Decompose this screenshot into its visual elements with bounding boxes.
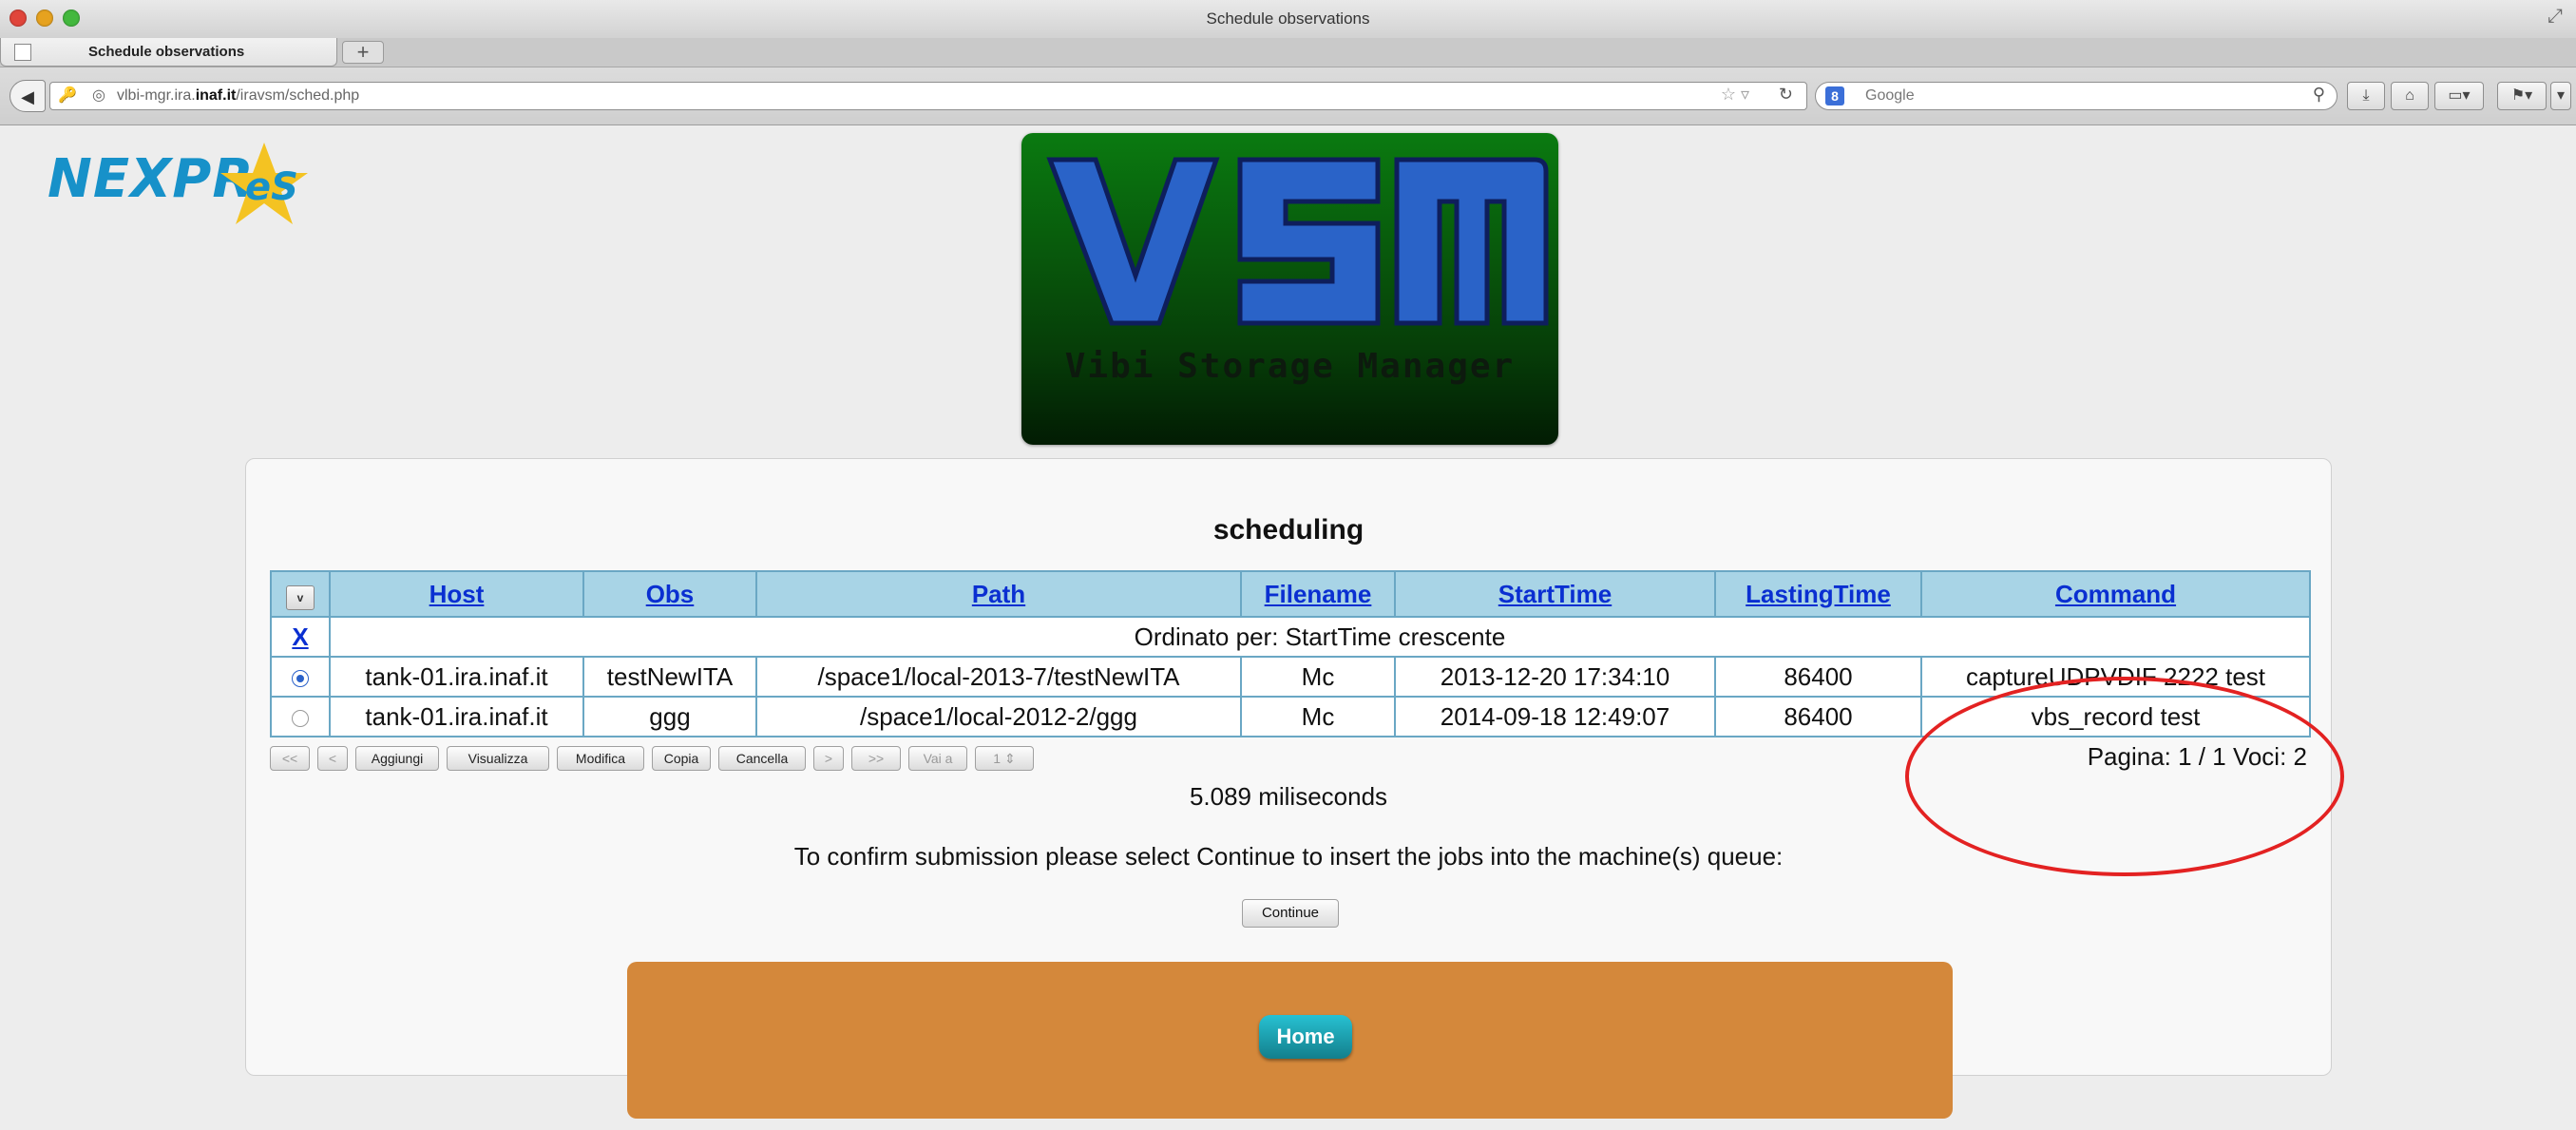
first-page-button[interactable]: << xyxy=(270,746,310,771)
tab-schedule-observations[interactable]: Schedule observations xyxy=(0,38,337,67)
column-header-obs[interactable]: Obs xyxy=(582,570,757,618)
vsm-subtitle: Vibi Storage Manager xyxy=(1064,347,1516,386)
navigation-toolbar: ◀ 🔑 ◎ vlbi-mgr.ira.inaf.it/iravsm/sched.… xyxy=(0,67,2576,125)
edit-button[interactable]: Modifica xyxy=(557,746,644,771)
cell-obs: testNewITA xyxy=(582,656,757,698)
cell-filename: Mc xyxy=(1240,696,1396,737)
home-toolbar-button[interactable]: ⌂ xyxy=(2391,82,2429,110)
column-header-command[interactable]: Command xyxy=(1920,570,2311,618)
row-radio-selected[interactable] xyxy=(292,669,309,687)
clear-sort-link[interactable]: X xyxy=(292,622,308,651)
select-all-header: v xyxy=(270,570,331,618)
clear-sort-cell: X xyxy=(270,616,331,658)
last-page-button[interactable]: >> xyxy=(851,746,901,771)
cell-host: tank-01.ira.inaf.it xyxy=(329,696,584,737)
sidebar-button[interactable]: ▭▾ xyxy=(2434,82,2484,110)
next-page-button[interactable]: > xyxy=(813,746,844,771)
vsm-banner-logo: Vibi Storage Manager xyxy=(1021,133,1558,445)
cell-command: captureUDPVDIF 2222 test xyxy=(1920,656,2311,698)
cell-filename: Mc xyxy=(1240,656,1396,698)
goto-page-button[interactable]: Vai a xyxy=(908,746,967,771)
view-button[interactable]: Visualizza xyxy=(447,746,549,771)
add-button[interactable]: Aggiungi xyxy=(355,746,439,771)
row-select-cell[interactable] xyxy=(270,696,331,737)
delete-button[interactable]: Cancella xyxy=(718,746,806,771)
search-icon[interactable]: ⚲ xyxy=(2313,85,2325,105)
reload-icon[interactable]: ↻ xyxy=(1779,85,1793,105)
cell-lastingtime: 86400 xyxy=(1714,656,1922,698)
addons-button[interactable]: ⚑▾ xyxy=(2497,82,2547,110)
home-button[interactable]: Home xyxy=(1259,1015,1352,1059)
back-button[interactable]: ◀ xyxy=(10,80,46,112)
continue-button[interactable]: Continue xyxy=(1242,899,1339,928)
column-header-starttime[interactable]: StartTime xyxy=(1394,570,1716,618)
new-tab-button[interactable]: + xyxy=(342,41,384,64)
cell-command: vbs_record test xyxy=(1920,696,2311,737)
jobs-table: v Host Obs Path Filename StartTime Lasti… xyxy=(270,570,2311,737)
panel-title: scheduling xyxy=(1212,514,1364,546)
fullscreen-icon[interactable]: ⤢ xyxy=(2547,6,2563,28)
timing-text: 5.089 miliseconds xyxy=(1189,782,1388,811)
cell-obs: ggg xyxy=(582,696,757,737)
downloads-button[interactable]: ⤓ xyxy=(2347,82,2385,110)
site-identity-icon[interactable]: 🔑 xyxy=(58,86,77,105)
tab-bar: Schedule observations + xyxy=(0,38,2576,67)
table-header-row: v Host Obs Path Filename StartTime Lasti… xyxy=(270,570,2311,618)
select-menu-button[interactable]: v xyxy=(286,584,315,610)
confirm-text: To confirm submission please select Cont… xyxy=(793,842,1784,871)
column-header-host[interactable]: Host xyxy=(329,570,584,618)
cell-path: /space1/local-2012-2/ggg xyxy=(755,696,1242,737)
column-header-lastingtime[interactable]: LastingTime xyxy=(1714,570,1922,618)
url-bar[interactable]: 🔑 ◎ vlbi-mgr.ira.inaf.it/iravsm/sched.ph… xyxy=(49,82,1807,110)
pager-info: Pagina: 1 / 1 Voci: 2 xyxy=(2087,742,2307,771)
sort-info-row: X Ordinato per: StartTime crescente xyxy=(270,616,2311,658)
cell-path: /space1/local-2013-7/testNewITA xyxy=(755,656,1242,698)
search-engine-icon[interactable]: 8 xyxy=(1825,86,1844,105)
url-text[interactable]: vlbi-mgr.ira.inaf.it/iravsm/sched.php xyxy=(117,87,359,105)
tab-label: Schedule observations xyxy=(88,44,245,60)
table-row[interactable]: tank-01.ira.inaf.it testNewITA /space1/l… xyxy=(270,656,2311,698)
sort-info: Ordinato per: StartTime crescente xyxy=(329,616,2311,658)
table-row[interactable]: tank-01.ira.inaf.it ggg /space1/local-20… xyxy=(270,696,2311,737)
cell-lastingtime: 86400 xyxy=(1714,696,1922,737)
nexpres-star-logo: eS xyxy=(220,143,308,224)
column-header-filename[interactable]: Filename xyxy=(1240,570,1396,618)
cell-host: tank-01.ira.inaf.it xyxy=(329,656,584,698)
globe-icon: ◎ xyxy=(92,87,105,104)
copy-button[interactable]: Copia xyxy=(652,746,711,771)
search-bar[interactable]: 8 Google ⚲ xyxy=(1815,82,2337,110)
bookmark-star-icon[interactable]: ☆ ▿ xyxy=(1721,85,1749,105)
cell-starttime: 2014-09-18 12:49:07 xyxy=(1394,696,1716,737)
search-placeholder: Google xyxy=(1865,87,1915,104)
page-favicon-icon xyxy=(14,44,31,61)
row-select-cell[interactable] xyxy=(270,656,331,698)
menu-button[interactable]: ▾ xyxy=(2550,82,2571,110)
cell-starttime: 2013-12-20 17:34:10 xyxy=(1394,656,1716,698)
window-titlebar: Schedule observations ⤢ xyxy=(0,0,2576,38)
prev-page-button[interactable]: < xyxy=(317,746,348,771)
url-domain: inaf.it xyxy=(195,87,237,104)
column-header-path[interactable]: Path xyxy=(755,570,1242,618)
footer-box: Home xyxy=(627,962,1953,1119)
page-content: NEXPR eS Vibi Storage Manager scheduling… xyxy=(0,125,2576,1130)
svg-text:eS: eS xyxy=(245,165,298,209)
row-radio[interactable] xyxy=(292,709,309,727)
vsm-letters-graphic xyxy=(1046,157,1549,326)
window-title: Schedule observations xyxy=(1206,10,1370,28)
page-select[interactable]: 1 ⇕ xyxy=(975,746,1034,771)
